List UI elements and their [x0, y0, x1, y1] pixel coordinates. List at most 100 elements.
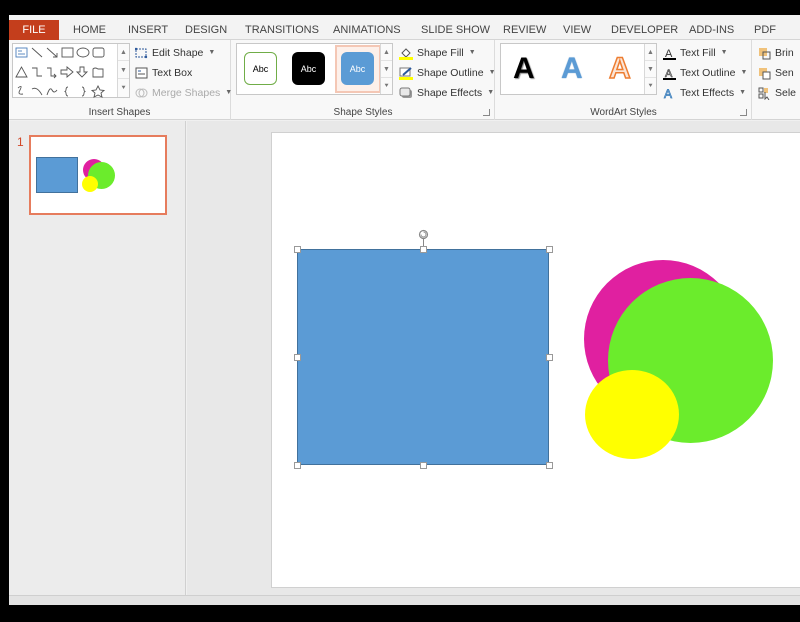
text-outline-label: Text Outline	[680, 67, 736, 79]
shape-style-swatch-1[interactable]: Abc	[244, 52, 277, 85]
selection-pane-label: Sele	[775, 87, 797, 99]
more-wordart-button[interactable]: ⯆	[645, 78, 656, 95]
shape-effects-label: Shape Effects	[417, 87, 483, 99]
merge-shapes-label: Merge Shapes	[152, 87, 221, 99]
shape-fill-label: Shape Fill	[417, 47, 464, 59]
dropdown-arrow-icon: ▼	[208, 49, 216, 56]
down-arrow-shape-icon	[75, 66, 89, 78]
resize-handle-bottom[interactable]	[420, 462, 427, 469]
scroll-up-button[interactable]: ▲	[645, 44, 656, 61]
selection-pane-icon	[758, 87, 770, 100]
tab-file[interactable]: FILE	[9, 20, 59, 40]
text-box-button[interactable]: Text Box	[135, 66, 192, 80]
curve-shape-icon	[46, 88, 58, 96]
elbow-connector-icon	[32, 67, 42, 77]
resize-handle-bottom-right[interactable]	[546, 462, 553, 469]
shapes-gallery-scroll: ▲ ▼ ⯆	[117, 44, 129, 97]
shape-outline-label: Shape Outline	[417, 67, 484, 79]
shape-style-swatch-3[interactable]: Abc	[341, 52, 374, 85]
wordart-gallery-scroll: ▲ ▼ ⯆	[644, 44, 656, 94]
dropdown-arrow-icon: ▼	[740, 69, 748, 76]
edit-shape-button[interactable]: Edit Shape ▼	[135, 46, 215, 60]
thumb-rectangle	[36, 157, 78, 193]
tab-review[interactable]: REVIEW	[503, 20, 546, 40]
shape-fill-button[interactable]: Shape Fill ▼	[399, 46, 476, 60]
text-box-shape-icon	[15, 47, 28, 58]
tab-insert[interactable]: INSERT	[128, 20, 168, 40]
styles-gallery-scroll: ▲ ▼ ⯆	[380, 44, 392, 94]
elbow-arrow-connector-icon	[47, 67, 57, 79]
shape-effects-button[interactable]: Shape Effects ▼	[399, 86, 494, 100]
text-fill-button[interactable]: A Text Fill ▼	[663, 46, 728, 60]
blue-rectangle-shape[interactable]	[297, 249, 549, 465]
shapes-gallery: ▲ ▼ ⯆	[12, 43, 130, 98]
resize-handle-bottom-left[interactable]	[294, 462, 301, 469]
bring-forward-label: Brin	[775, 47, 794, 59]
wordart-gallery: A A A ▲ ▼ ⯆	[500, 43, 657, 95]
tab-slide-show[interactable]: SLIDE SHOW	[421, 20, 490, 40]
scroll-up-button[interactable]: ▲	[118, 44, 129, 61]
thumb-yellow-circle	[82, 176, 98, 192]
pencil-icon	[399, 66, 413, 80]
yellow-circle-shape[interactable]	[585, 370, 679, 459]
dropdown-arrow-icon: ▼	[487, 89, 495, 96]
tab-design[interactable]: DESIGN	[185, 20, 227, 40]
rotate-handle-icon[interactable]	[418, 229, 429, 240]
send-backward-icon	[759, 67, 771, 79]
scroll-down-button[interactable]: ▼	[118, 62, 129, 79]
dropdown-arrow-icon: ▼	[488, 69, 496, 76]
resize-handle-left[interactable]	[294, 354, 301, 361]
text-effects-button[interactable]: A Text Effects ▼	[663, 86, 746, 100]
wordart-styles-dialog-launcher[interactable]	[740, 109, 747, 116]
scroll-down-button[interactable]: ▼	[645, 61, 656, 78]
tab-animations[interactable]: ANIMATIONS	[333, 20, 401, 40]
right-brace-icon	[81, 86, 87, 97]
merge-shapes-button[interactable]: Merge Shapes ▼	[135, 86, 232, 100]
arrange-group: Brin Sen Sele	[753, 40, 800, 120]
tab-transitions[interactable]: TRANSITIONS	[245, 20, 319, 40]
wordart-style-blue[interactable]: A	[561, 52, 583, 86]
resize-handle-top[interactable]	[420, 246, 427, 253]
line-shape-icon	[31, 47, 43, 58]
wordart-style-orange-outline[interactable]: A	[608, 51, 631, 86]
shape-style-swatch-2[interactable]: Abc	[292, 52, 325, 85]
send-backward-button[interactable]: Sen	[758, 66, 794, 80]
slide-canvas[interactable]	[271, 132, 800, 588]
rectangle-shape-icon	[61, 47, 74, 58]
oval-shape-icon	[76, 47, 90, 58]
slide-thumbnail-1[interactable]	[29, 135, 167, 215]
wordart-style-black[interactable]: A	[513, 52, 535, 86]
scroll-up-button[interactable]: ▲	[381, 44, 392, 61]
scribble-shape-icon	[17, 85, 24, 95]
text-outline-button[interactable]: A Text Outline ▼	[663, 66, 747, 80]
dropdown-arrow-icon: ▼	[739, 89, 747, 96]
tab-view[interactable]: VIEW	[563, 20, 591, 40]
resize-handle-top-left[interactable]	[294, 246, 301, 253]
left-brace-icon	[63, 86, 69, 97]
arrow-shape-icon	[46, 47, 58, 58]
bring-forward-button[interactable]: Brin	[758, 46, 794, 60]
tab-home[interactable]: HOME	[73, 20, 106, 40]
ribbon-tab-bar: FILE HOME INSERT DESIGN TRANSITIONS ANIM…	[9, 15, 800, 40]
right-arrow-shape-icon	[60, 66, 74, 78]
dropdown-arrow-icon: ▼	[720, 49, 728, 56]
status-bar	[9, 595, 800, 605]
tab-pdf[interactable]: PDF	[754, 20, 776, 40]
more-shapes-button[interactable]: ⯆	[118, 80, 129, 97]
resize-handle-right[interactable]	[546, 354, 553, 361]
shapes-gallery-icons[interactable]	[13, 44, 119, 99]
shape-styles-dialog-launcher[interactable]	[483, 109, 490, 116]
wordart-styles-label: WordArt Styles	[590, 107, 657, 118]
resize-handle-top-right[interactable]	[546, 246, 553, 253]
text-box-icon	[135, 67, 148, 79]
arc-shape-icon	[31, 87, 43, 96]
shape-outline-button[interactable]: Shape Outline ▼	[399, 66, 496, 80]
bring-forward-icon	[759, 47, 771, 59]
scroll-down-button[interactable]: ▼	[381, 61, 392, 78]
tab-add-ins[interactable]: ADD-INS	[689, 20, 734, 40]
edit-shape-label: Edit Shape	[152, 47, 204, 59]
tab-developer[interactable]: DEVELOPER	[611, 20, 678, 40]
more-styles-button[interactable]: ⯆	[381, 78, 392, 95]
selection-pane-button[interactable]: Sele	[758, 86, 796, 100]
star-shape-icon	[90, 84, 106, 98]
